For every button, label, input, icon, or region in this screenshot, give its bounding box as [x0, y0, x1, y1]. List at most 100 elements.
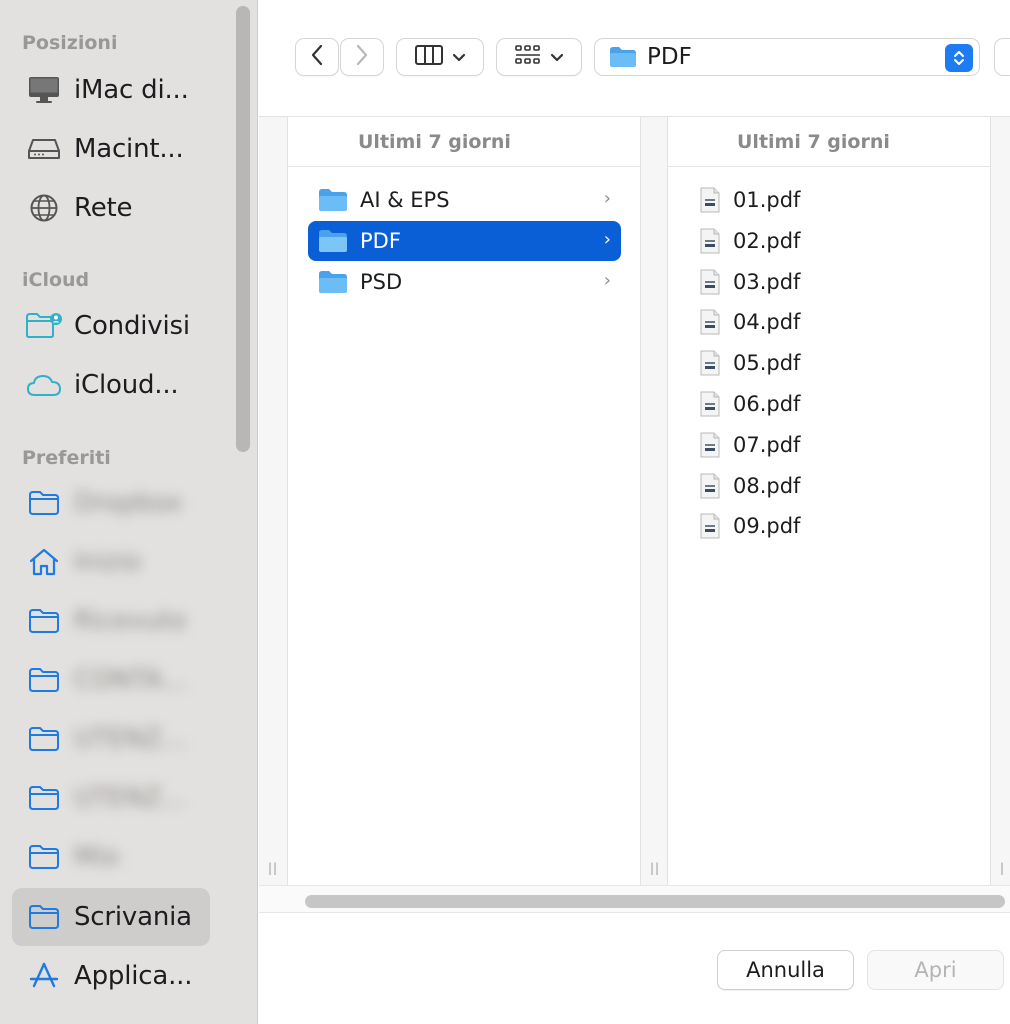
- sidebar-item-network[interactable]: Rete: [12, 179, 210, 237]
- folder-icon: [24, 601, 64, 641]
- folder-icon: [24, 719, 64, 759]
- sidebar-item-shared[interactable]: Condivisi: [12, 297, 210, 355]
- list-item-file[interactable]: 08.pdf: [689, 466, 979, 506]
- sidebar-item-fav-4[interactable]: CONTA...: [12, 651, 210, 709]
- column-header: Ultimi 7 giorni: [288, 117, 640, 167]
- folder-icon: [318, 229, 348, 253]
- list-item-file[interactable]: 06.pdf: [689, 384, 979, 424]
- cloud-icon: [24, 365, 64, 405]
- sidebar-item-label: Ricevuto: [74, 606, 186, 636]
- sidebar-item-fav-5[interactable]: UTENZ...: [12, 710, 210, 768]
- home-icon: [24, 542, 64, 582]
- list-item-label: 04.pdf: [733, 310, 801, 335]
- sidebar-item-label: UTENZ...: [74, 724, 186, 754]
- forward-button[interactable]: [340, 38, 384, 76]
- group-button[interactable]: [496, 38, 582, 76]
- view-mode-button[interactable]: [396, 38, 484, 76]
- sidebar-item-desktop[interactable]: Scrivania: [12, 888, 210, 946]
- folder-icon: [24, 778, 64, 818]
- list-item-file[interactable]: 04.pdf: [689, 302, 979, 342]
- list-item-file[interactable]: 01.pdf: [689, 180, 979, 220]
- pdf-file-icon: [699, 228, 721, 254]
- resize-grip-icon: |: [1000, 861, 1006, 875]
- sidebar-item-label: Dropbox: [74, 488, 183, 518]
- sidebar-item-fav-7[interactable]: Mio: [12, 828, 210, 886]
- sidebar-item-fav-3[interactable]: Ricevuto: [12, 592, 210, 650]
- list-item-folder[interactable]: PSD ›: [308, 262, 621, 302]
- chevron-down-icon: [452, 48, 466, 67]
- sidebar-item-icloud-drive[interactable]: iCloud...: [12, 356, 210, 414]
- list-item-label: PSD: [360, 270, 403, 294]
- pdf-file-icon: [699, 432, 721, 458]
- sidebar-item-fav-1[interactable]: Dropbox: [12, 474, 210, 532]
- folder-icon: [24, 837, 64, 877]
- sidebar-item-label: Macint...: [74, 134, 184, 164]
- list-item-folder-selected[interactable]: PDF ›: [308, 221, 621, 261]
- sidebar-item-macintosh[interactable]: Macint...: [12, 120, 210, 178]
- sidebar-item-label: Condivisi: [74, 311, 190, 341]
- pdf-file-icon: [699, 269, 721, 295]
- list-item-label: PDF: [360, 229, 401, 253]
- folder-icon: [318, 270, 348, 294]
- folder-icon: [609, 46, 637, 68]
- globe-icon: [24, 188, 64, 228]
- scrollbar-thumb[interactable]: [305, 895, 1005, 908]
- list-item-file[interactable]: 05.pdf: [689, 343, 979, 383]
- pdf-file-icon: [699, 350, 721, 376]
- shared-folder-icon: [24, 306, 64, 346]
- resize-grip-icon: ||: [268, 861, 279, 875]
- pdf-file-icon: [699, 391, 721, 417]
- sidebar-item-label: iCloud...: [74, 370, 179, 400]
- search-button[interactable]: [994, 38, 1010, 76]
- sidebar-item-imac[interactable]: iMac di...: [12, 61, 210, 119]
- sidebar-section-icloud: iCloud: [22, 269, 90, 291]
- folder-icon: [24, 897, 64, 937]
- sidebar-section-locations: Posizioni: [22, 32, 118, 54]
- pdf-file-icon: [699, 473, 721, 499]
- list-item-file[interactable]: 07.pdf: [689, 425, 979, 465]
- chevron-right-icon: ›: [603, 188, 611, 209]
- list-item-label: 05.pdf: [733, 351, 801, 376]
- sidebar-item-label: CONTA...: [74, 665, 187, 695]
- sidebar-item-applications[interactable]: Applica...: [12, 947, 210, 1005]
- sidebar-item-fav-6[interactable]: UTENZ...: [12, 769, 210, 827]
- column-resize-handle[interactable]: |: [990, 117, 1010, 885]
- pdf-file-icon: [699, 187, 721, 213]
- list-item-folder[interactable]: AI & EPS ›: [308, 180, 621, 220]
- location-popup-label: PDF: [647, 44, 692, 70]
- sidebar-scrollbar[interactable]: [236, 6, 250, 452]
- horizontal-scrollbar[interactable]: [259, 885, 1010, 913]
- column-browser: || Ultimi 7 giorni AI & EPS › PDF › PSD …: [259, 116, 1010, 913]
- chevron-down-icon: [550, 48, 564, 67]
- cancel-button[interactable]: Annulla: [717, 950, 854, 990]
- up-down-arrows-icon: [945, 44, 973, 72]
- chevron-right-icon: [355, 44, 369, 70]
- sidebar-item-label: Scrivania: [74, 902, 192, 932]
- sidebar-item-fav-2[interactable]: Inizio: [12, 533, 210, 591]
- folder-icon: [24, 483, 64, 523]
- grid-group-icon: [514, 44, 542, 70]
- location-popup[interactable]: PDF: [594, 38, 980, 76]
- desktop-computer-icon: [24, 70, 64, 110]
- list-item-label: 06.pdf: [733, 392, 801, 416]
- list-item-label: AI & EPS: [360, 188, 450, 212]
- list-item-file[interactable]: 09.pdf: [689, 506, 979, 546]
- sidebar-item-label: Inizio: [74, 547, 141, 577]
- column-resize-handle[interactable]: ||: [259, 117, 288, 885]
- list-item-file[interactable]: 03.pdf: [689, 262, 979, 302]
- sidebar-item-label: UTENZ...: [74, 783, 186, 813]
- list-item-label: 08.pdf: [733, 473, 801, 498]
- list-item-label: 09.pdf: [733, 514, 801, 539]
- list-item-label: 03.pdf: [733, 269, 801, 294]
- resize-grip-icon: ||: [650, 861, 661, 875]
- sidebar-item-label: Mio: [74, 842, 119, 872]
- list-item-file[interactable]: 02.pdf: [689, 221, 979, 261]
- sidebar-section-favorites: Preferiti: [22, 447, 111, 469]
- back-button[interactable]: [295, 38, 339, 76]
- column-resize-handle[interactable]: ||: [640, 117, 668, 885]
- sidebar-item-label: Applica...: [74, 961, 193, 991]
- list-item-label: 07.pdf: [733, 432, 801, 457]
- open-button[interactable]: Apri: [867, 950, 1004, 990]
- column-header: Ultimi 7 giorni: [668, 117, 990, 167]
- sidebar-item-label: Rete: [74, 193, 133, 223]
